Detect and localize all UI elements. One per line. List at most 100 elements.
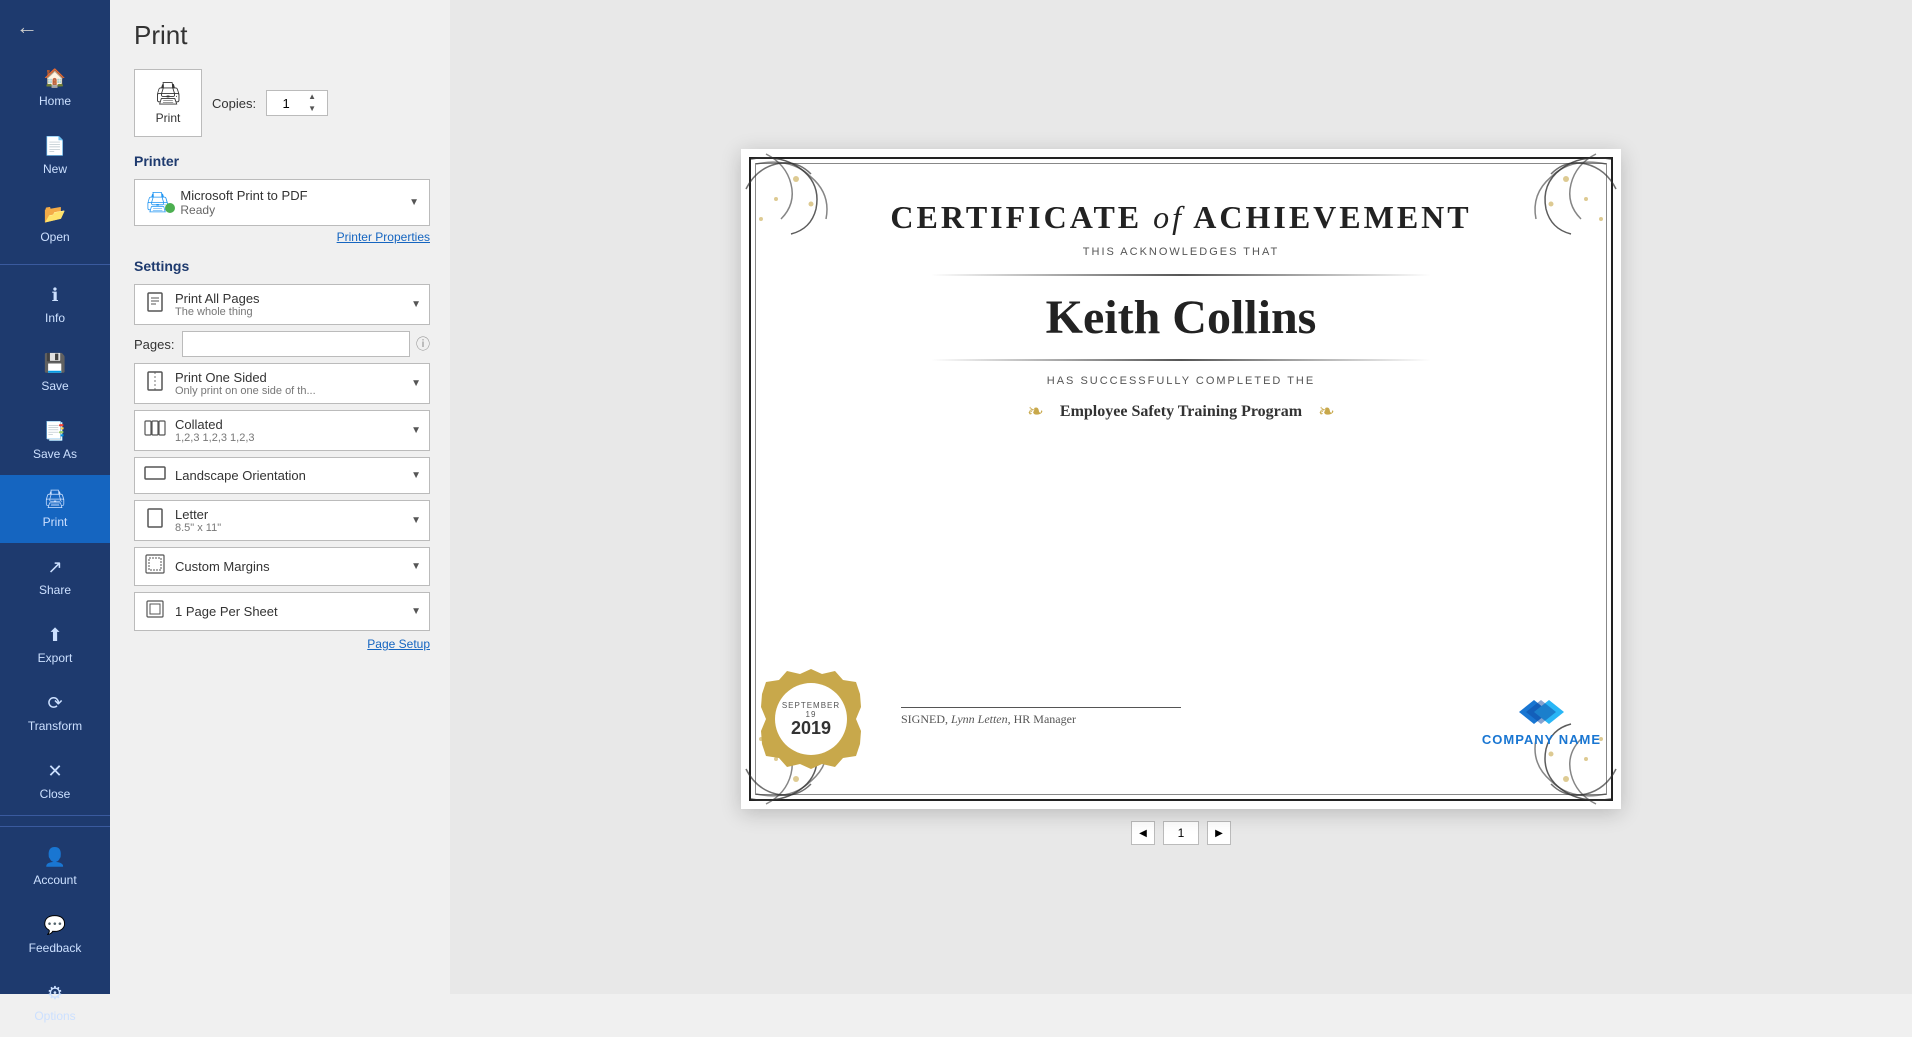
copies-up-button[interactable]: ▲ (305, 91, 319, 103)
printer-status: Ready (180, 203, 307, 217)
printer-name: Microsoft Print to PDF (180, 188, 307, 203)
cert-title-part2: ACHIEVEMENT (1184, 199, 1472, 235)
sidebar-item-save-as[interactable]: 📑 Save As (0, 407, 110, 475)
print-button[interactable]: 🖨 Print (134, 69, 202, 137)
pages-per-sheet-arrow: ▼ (411, 606, 421, 617)
cert-sig-name: Lynn Letten (951, 712, 1008, 726)
orientation-row[interactable]: Landscape Orientation ▼ (134, 457, 430, 494)
save-as-icon: 📑 (44, 421, 66, 442)
cert-seal: SEPTEMBER 19 2019 (761, 669, 861, 769)
printer-properties-link[interactable]: Printer Properties (134, 230, 430, 244)
sidebar-item-label: Close (40, 787, 71, 801)
cert-program-row: ❧ Employee Safety Training Program ❧ (1027, 399, 1335, 424)
new-icon: 📄 (44, 136, 66, 157)
print-all-pages-sub: The whole thing (175, 306, 403, 318)
share-icon: ↗ (47, 557, 62, 578)
copies-spinner: ▲ ▼ (305, 91, 319, 115)
sidebar-item-transform[interactable]: ⟳ Transform (0, 679, 110, 747)
sidebar-item-new[interactable]: 📄 New (0, 122, 110, 190)
next-page-button[interactable]: ▶ (1207, 821, 1231, 845)
sidebar-item-print[interactable]: 🖨 Print (0, 475, 110, 543)
sidebar-divider-2 (0, 826, 110, 827)
print-icon: 🖨 (44, 489, 67, 510)
paper-size-text: Letter 8.5" x 11" (175, 507, 403, 534)
paper-size-row[interactable]: Letter 8.5" x 11" ▼ (134, 500, 430, 541)
close-icon: ✕ (47, 761, 62, 782)
copies-down-button[interactable]: ▼ (305, 103, 319, 115)
print-one-sided-row[interactable]: Print One Sided Only print on one side o… (134, 363, 430, 404)
print-all-pages-icon (143, 292, 167, 317)
print-title: Print (134, 20, 430, 51)
margins-text: Custom Margins (175, 559, 403, 574)
cert-program: Employee Safety Training Program (1060, 403, 1302, 421)
cert-logo: COMPANY NAME (1482, 692, 1601, 747)
sidebar-item-label: Home (39, 94, 71, 108)
company-name: COMPANY NAME (1482, 732, 1601, 747)
sidebar-item-save[interactable]: 💾 Save (0, 339, 110, 407)
collated-icon (143, 418, 167, 443)
sidebar-item-label: Print (43, 515, 68, 529)
cert-ornament-left: ❧ (1027, 399, 1044, 424)
page-setup-link[interactable]: Page Setup (134, 637, 430, 651)
sidebar-item-share[interactable]: ↗ Share (0, 543, 110, 611)
margins-row[interactable]: Custom Margins ▼ (134, 547, 430, 586)
collated-row[interactable]: Collated 1,2,3 1,2,3 1,2,3 ▼ (134, 410, 430, 451)
sidebar-item-label: Save (41, 379, 68, 393)
sidebar-item-export[interactable]: ⬆ Export (0, 611, 110, 679)
copies-input[interactable] (267, 96, 305, 111)
copies-row: 🖨 Print Copies: ▲ ▼ (134, 69, 430, 137)
sidebar: ← 🏠 Home 📄 New 📂 Open ℹ Info 💾 Save 📑 Sa… (0, 0, 110, 994)
cert-title-italic: of (1153, 199, 1184, 235)
print-one-sided-text: Print One Sided Only print on one side o… (175, 370, 403, 397)
cert-recipient-name: Keith Collins (1046, 290, 1317, 345)
cert-title: CERTIFICATE of ACHIEVEMENT (890, 199, 1471, 236)
cert-completed-text: HAS SUCCESSFULLY COMPLETED THE (1047, 375, 1315, 387)
print-all-pages-arrow: ▼ (411, 299, 421, 310)
margins-main: Custom Margins (175, 559, 403, 574)
certificate-preview: CERTIFICATE of ACHIEVEMENT THIS ACKNOWLE… (741, 149, 1621, 809)
sidebar-divider-1 (0, 264, 110, 265)
sidebar-item-label: Options (34, 1009, 75, 1023)
sidebar-item-info[interactable]: ℹ Info (0, 271, 110, 339)
pages-info-icon[interactable]: ⓘ (416, 334, 430, 354)
save-icon: 💾 (44, 353, 66, 374)
printer-status-indicator (165, 203, 175, 213)
pages-input[interactable] (182, 331, 410, 357)
paper-size-icon (143, 508, 167, 533)
page-number-input[interactable] (1163, 821, 1199, 845)
margins-arrow: ▼ (411, 561, 421, 572)
back-button[interactable]: ← (0, 0, 110, 54)
cert-seal-month: SEPTEMBER 19 (775, 701, 847, 719)
main-panel: Print 🖨 Print Copies: ▲ ▼ Printer (110, 0, 1912, 994)
print-all-pages-row[interactable]: Print All Pages The whole thing ▼ (134, 284, 430, 325)
company-logo-icon (1514, 692, 1569, 732)
printer-selector[interactable]: 🖨 Microsoft Print to PDF Ready ▼ (134, 179, 430, 226)
orientation-arrow: ▼ (411, 470, 421, 481)
sidebar-item-label: Transform (28, 719, 82, 733)
sidebar-item-home[interactable]: 🏠 Home (0, 54, 110, 122)
sidebar-item-options[interactable]: ⚙ Options (0, 969, 110, 1037)
collated-arrow: ▼ (411, 425, 421, 436)
sidebar-item-close[interactable]: ✕ Close (0, 747, 110, 815)
cert-sig-line (901, 707, 1181, 708)
open-icon: 📂 (44, 204, 66, 225)
home-icon: 🏠 (44, 68, 66, 89)
print-one-sided-arrow: ▼ (411, 378, 421, 389)
printer-dropdown-arrow: ▼ (409, 197, 419, 208)
pages-per-sheet-row[interactable]: 1 Page Per Sheet ▼ (134, 592, 430, 631)
pages-row: Pages: ⓘ (134, 331, 430, 357)
sidebar-item-open[interactable]: 📂 Open (0, 190, 110, 258)
print-all-pages-text: Print All Pages The whole thing (175, 291, 403, 318)
prev-page-button[interactable]: ◀ (1131, 821, 1155, 845)
pages-per-sheet-icon (143, 599, 167, 624)
print-one-sided-icon (143, 371, 167, 396)
cert-title-part1: CERTIFICATE (890, 199, 1153, 235)
sidebar-item-account[interactable]: 👤 Account (0, 833, 110, 901)
sidebar-item-label: New (43, 162, 67, 176)
print-all-pages-main: Print All Pages (175, 291, 403, 306)
settings-section: Settings Print All Pages The whole thing… (134, 258, 430, 651)
print-one-sided-sub: Only print on one side of th... (175, 385, 403, 397)
printer-section-title: Printer (134, 153, 430, 169)
orientation-icon (143, 464, 167, 487)
sidebar-item-feedback[interactable]: 💬 Feedback (0, 901, 110, 969)
